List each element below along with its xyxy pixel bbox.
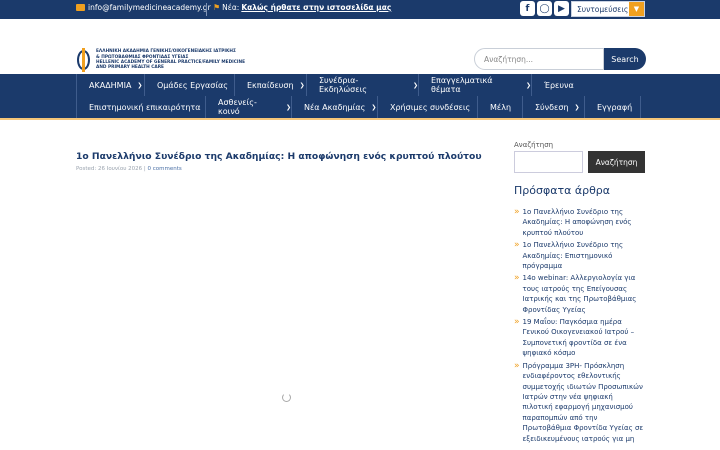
list-item[interactable]: » 14ο webinar: Αλλεργιολογία για τους ιατ… bbox=[514, 273, 645, 315]
nav-item-research[interactable]: Έρευνα bbox=[531, 74, 586, 96]
nav-item-scientific-news[interactable]: Επιστημονική επικαιρότητα bbox=[76, 96, 205, 118]
double-chevron-icon: » bbox=[514, 360, 520, 371]
chevron-down-icon: ❯ bbox=[137, 81, 143, 89]
shortcuts-label: Συντομεύσεις bbox=[577, 4, 629, 14]
list-item[interactable]: » 19 Μαΐου: Παγκόσμια ημέρα Γενικού Οικογ… bbox=[514, 317, 645, 359]
news-ticker: ⚑ Νέα: Καλώς ήρθατε στην ιστοσελίδα μας bbox=[213, 3, 391, 12]
megaphone-icon: ⚑ bbox=[213, 3, 221, 12]
list-item[interactable]: » 1ο Πανελλήνιο Συνέδριο της Ακαδημίας: Η… bbox=[514, 207, 645, 238]
post-meta: Posted: 26 Ιουνίου 2026 | 0 comments bbox=[76, 166, 182, 172]
site-logo[interactable]: ΕΛΛΗΝΙΚΗ ΑΚΑΔΗΜΙΑ ΓΕΝΙΚΗΣ/ΟΙΚΟΓΕΝΕΙΑΚΗΣ … bbox=[76, 48, 246, 72]
nav-item-register[interactable]: Εγγραφή bbox=[584, 96, 641, 118]
shortcuts-dropdown[interactable]: Συντομεύσεις ▼ bbox=[571, 1, 645, 17]
header-search-button[interactable]: Search bbox=[604, 48, 646, 70]
nav-item-academy-news[interactable]: Νέα Ακαδημίας ❯ bbox=[291, 96, 377, 118]
envelope-icon bbox=[76, 4, 85, 11]
recent-posts-list: » 1ο Πανελλήνιο Συνέδριο της Ακαδημίας: Η… bbox=[514, 207, 645, 446]
nav-item-work-groups[interactable]: Ομάδες Εργασίας bbox=[144, 74, 234, 96]
facebook-icon[interactable]: f bbox=[520, 1, 535, 16]
loading-spinner-icon bbox=[282, 393, 291, 402]
post-title[interactable]: 1ο Πανελλήνιο Συνέδριο της Ακαδημίας: Η … bbox=[76, 151, 482, 162]
instagram-icon[interactable]: ◯ bbox=[537, 1, 552, 16]
site-header: ΕΛΛΗΝΙΚΗ ΑΚΑΔΗΜΙΑ ΓΕΝΙΚΗΣ/ΟΙΚΟΓΕΝΕΙΑΚΗΣ … bbox=[0, 19, 720, 74]
news-label: Νέα: bbox=[222, 3, 240, 12]
logo-text: ΕΛΛΗΝΙΚΗ ΑΚΑΔΗΜΙΑ ΓΕΝΙΚΗΣ/ΟΙΚΟΓΕΝΕΙΑΚΗΣ … bbox=[96, 49, 246, 71]
double-chevron-icon: » bbox=[514, 317, 520, 328]
news-link[interactable]: Καλώς ήρθατε στην ιστοσελίδα μας bbox=[241, 3, 391, 12]
email-link[interactable]: info@familymedicineacademy.gr bbox=[76, 3, 211, 12]
nav-item-useful-links[interactable]: Χρήσιμες συνδέσεις bbox=[377, 96, 477, 118]
sidebar-search-button[interactable]: Αναζήτηση bbox=[588, 151, 645, 173]
nav-item-login[interactable]: Σύνδεση ❯ bbox=[522, 96, 584, 118]
youtube-icon[interactable]: ▶ bbox=[554, 1, 569, 16]
post-comments-link[interactable]: 0 comments bbox=[148, 166, 182, 172]
post-date: Posted: 26 Ιουνίου 2026 bbox=[76, 166, 143, 172]
main-nav: ΑΚΑΔΗΜΙΑ ❯ Ομάδες Εργασίας Εκπαίδευση ❯ Συ… bbox=[0, 74, 720, 118]
double-chevron-icon: » bbox=[514, 240, 520, 251]
chevron-down-icon: ❯ bbox=[574, 103, 580, 111]
chevron-down-icon: ❯ bbox=[299, 81, 305, 89]
chevron-down-icon: ❯ bbox=[371, 103, 377, 111]
nav-divider bbox=[0, 118, 720, 120]
header-search: Αναζήτηση... Search bbox=[474, 48, 646, 70]
header-search-input[interactable]: Αναζήτηση... bbox=[474, 48, 604, 70]
nav-item-patients[interactable]: Ασθενείς- κοινό ❯ bbox=[205, 96, 291, 118]
logo-emblem-icon bbox=[76, 48, 92, 72]
nav-item-akadimia[interactable]: ΑΚΑΔΗΜΙΑ ❯ bbox=[76, 74, 144, 96]
list-item[interactable]: » 1ο Πανελλήνιο Συνέδριο της Ακαδημίας: Ε… bbox=[514, 240, 645, 271]
recent-posts-title: Πρόσφατα άρθρα bbox=[514, 184, 611, 197]
list-item[interactable]: » Πρόγραμμα 3ΡΗ- Πρόσκληση ενδιαφέροντος … bbox=[514, 361, 645, 444]
nav-item-conferences[interactable]: Συνέδρια- Εκδηλώσεις ❯ bbox=[306, 74, 418, 96]
sidebar-search-label: Αναζήτηση bbox=[514, 141, 554, 149]
nav-item-professional[interactable]: Επαγγελματικά θέματα ❯ bbox=[418, 74, 531, 96]
double-chevron-icon: » bbox=[514, 207, 520, 217]
chevron-down-icon: ▼ bbox=[629, 2, 644, 16]
email-text[interactable]: info@familymedicineacademy.gr bbox=[88, 3, 211, 12]
top-bar: info@familymedicineacademy.gr ⚑ Νέα: Καλ… bbox=[0, 0, 720, 19]
double-chevron-icon: » bbox=[514, 273, 520, 284]
nav-item-education[interactable]: Εκπαίδευση ❯ bbox=[234, 74, 306, 96]
topbar-divider bbox=[206, 3, 207, 16]
nav-item-members[interactable]: Μέλη bbox=[477, 96, 522, 118]
sidebar-search-input[interactable] bbox=[514, 151, 583, 173]
